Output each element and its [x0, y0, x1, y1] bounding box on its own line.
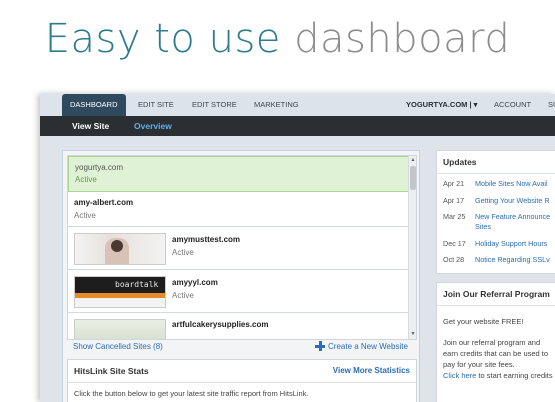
referral-link-rest: to start earning credits [476, 371, 553, 380]
site-status: Active [74, 211, 96, 220]
site-name: yogurtya.com [75, 163, 124, 172]
referral-text-2: earn credits that can be used to [443, 349, 549, 358]
site-name: amymusttest.com [172, 235, 241, 244]
updates-title: Updates [443, 157, 477, 167]
show-cancelled-sites-link[interactable]: Show Cancelled Sites (8) [73, 342, 163, 351]
sites-panel: yogurtya.com Active amy-albert.com Activ… [62, 150, 420, 402]
divider [437, 305, 555, 306]
referral-link[interactable]: Click here [443, 371, 476, 380]
referral-headline: Get your website FREE! [443, 317, 524, 326]
divider [437, 173, 555, 174]
scroll-down-icon[interactable]: ▼ [409, 330, 416, 338]
site-thumbnail [74, 319, 166, 339]
hitslink-title: HitsLink Site Stats [74, 366, 149, 376]
sub-nav: View Site Overview [40, 116, 555, 136]
update-link[interactable]: Mobile Sites Now Avail [475, 179, 548, 188]
referral-title: Join Our Referral Program [443, 289, 550, 299]
hitslink-description: Click the button below to get your lates… [74, 389, 309, 398]
nav-account[interactable]: ACCOUNT [486, 94, 539, 116]
referral-panel: Join Our Referral Program Get your websi… [436, 282, 555, 402]
site-selector[interactable]: YOGURTYA.COM | ▾ [398, 94, 485, 116]
headline-part1: Easy to use [44, 16, 281, 62]
create-website-link[interactable]: Create a New Website [328, 342, 408, 351]
top-nav: DASHBOARD EDIT SITE EDIT STORE MARKETING… [40, 94, 555, 117]
nav-support-cutoff[interactable]: SU [540, 94, 555, 116]
update-date: Oct 28 [443, 255, 465, 264]
hitslink-panel: HitsLink Site Stats View More Statistics… [67, 359, 417, 402]
plus-icon[interactable] [315, 341, 325, 351]
site-item-artfulcakery[interactable]: artfulcakerysupplies.com [68, 314, 408, 339]
site-item-yogurtya[interactable]: yogurtya.com Active [68, 156, 410, 192]
site-name: amy-albert.com [74, 198, 134, 207]
site-thumbnail: boardtalk [74, 276, 166, 308]
overview-tab[interactable]: Overview [134, 116, 172, 136]
updates-panel: Updates Apr 21 Mobile Sites Now Avail Ap… [436, 150, 555, 274]
site-name: amyyyl.com [172, 278, 218, 287]
site-thumbnail [74, 233, 166, 265]
view-site-link[interactable]: View Site [72, 116, 109, 136]
headline-part2: dashboard [294, 16, 511, 62]
referral-text-1: Join our referral program and [443, 338, 541, 347]
update-link-continued[interactable]: Sites [475, 222, 491, 231]
site-status: Active [172, 248, 194, 257]
site-item-amymusttest[interactable]: amymusttest.com Active [68, 228, 408, 270]
update-date: Mar 25 [443, 212, 466, 221]
update-link[interactable]: Getting Your Website R [475, 196, 550, 205]
referral-text-3: pay for your site fees. [443, 360, 515, 369]
scroll-up-icon[interactable]: ▲ [409, 156, 416, 164]
site-item-amy-albert[interactable]: amy-albert.com Active [68, 192, 408, 227]
nav-marketing[interactable]: MARKETING [246, 94, 307, 116]
nav-dashboard[interactable]: DASHBOARD [62, 94, 126, 116]
update-date: Dec 17 [443, 239, 466, 248]
site-status: Active [75, 175, 97, 184]
nav-edit-site[interactable]: EDIT SITE [130, 94, 182, 116]
headline: Easy to use dashboard [0, 16, 555, 62]
dashboard-screenshot: DASHBOARD EDIT SITE EDIT STORE MARKETING… [40, 94, 555, 402]
scroll-thumb[interactable] [410, 166, 416, 190]
site-name: artfulcakerysupplies.com [172, 320, 269, 329]
nav-edit-store[interactable]: EDIT STORE [184, 94, 245, 116]
view-more-statistics-link[interactable]: View More Statistics [333, 366, 410, 375]
update-date: Apr 17 [443, 196, 465, 205]
site-item-amyyyl[interactable]: boardtalk amyyyl.com Active [68, 271, 408, 313]
divider [68, 382, 416, 383]
site-list-scrollbar[interactable]: ▲ ▼ [408, 156, 416, 339]
update-date: Apr 21 [443, 179, 465, 188]
referral-text-4: Click here to start earning credits [443, 371, 553, 382]
update-link[interactable]: Holiday Support Hours [475, 239, 547, 248]
site-list: yogurtya.com Active amy-albert.com Activ… [67, 155, 417, 340]
update-link[interactable]: New Feature Announce [475, 212, 550, 221]
site-status: Active [172, 291, 194, 300]
thumbnail-text: boardtalk [115, 280, 159, 289]
update-link[interactable]: Notice Regarding SSLv [475, 255, 550, 264]
